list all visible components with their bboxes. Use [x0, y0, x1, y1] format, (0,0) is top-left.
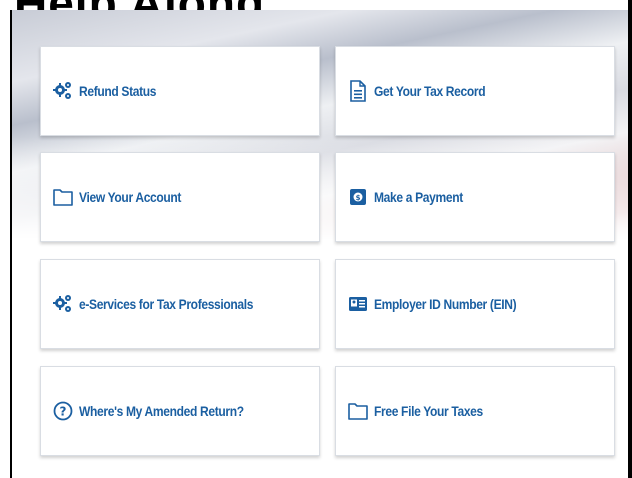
gears-icon — [53, 80, 73, 102]
tile-label: Refund Status — [79, 83, 157, 99]
tile-make-a-payment[interactable]: $ Make a Payment — [335, 152, 615, 242]
tile-get-your-tax-record[interactable]: Get Your Tax Record — [335, 46, 615, 136]
tile-label: Where's My Amended Return? — [79, 403, 244, 419]
gears-icon — [53, 293, 73, 315]
tile-label: Get Your Tax Record — [374, 83, 486, 99]
tile-label: Free File Your Taxes — [374, 403, 483, 419]
tile-label: Employer ID Number (EIN) — [374, 296, 517, 312]
id-card-icon — [348, 293, 368, 315]
tile-label: e-Services for Tax Professionals — [79, 296, 254, 312]
tile-label: View Your Account — [79, 189, 182, 205]
svg-text:$: $ — [356, 194, 361, 202]
tile-wheres-my-amended-return[interactable]: ? Where's My Amended Return? — [40, 366, 320, 456]
folder-icon — [53, 186, 73, 208]
document-icon — [348, 80, 368, 102]
svg-text:?: ? — [60, 405, 67, 419]
question-circle-icon: ? — [53, 400, 73, 422]
page: Help Along Refund Status — [0, 0, 632, 478]
tile-refund-status[interactable]: Refund Status — [40, 46, 320, 136]
folder-icon — [348, 400, 368, 422]
tile-label: Make a Payment — [374, 189, 463, 205]
tile-free-file-your-taxes[interactable]: Free File Your Taxes — [335, 366, 615, 456]
tile-view-your-account[interactable]: View Your Account — [40, 152, 320, 242]
right-edge-border — [628, 0, 632, 478]
payment-icon: $ — [348, 186, 368, 208]
tile-e-services-for-tax-professionals[interactable]: e-Services for Tax Professionals — [40, 259, 320, 349]
tile-employer-id-number[interactable]: Employer ID Number (EIN) — [335, 259, 615, 349]
